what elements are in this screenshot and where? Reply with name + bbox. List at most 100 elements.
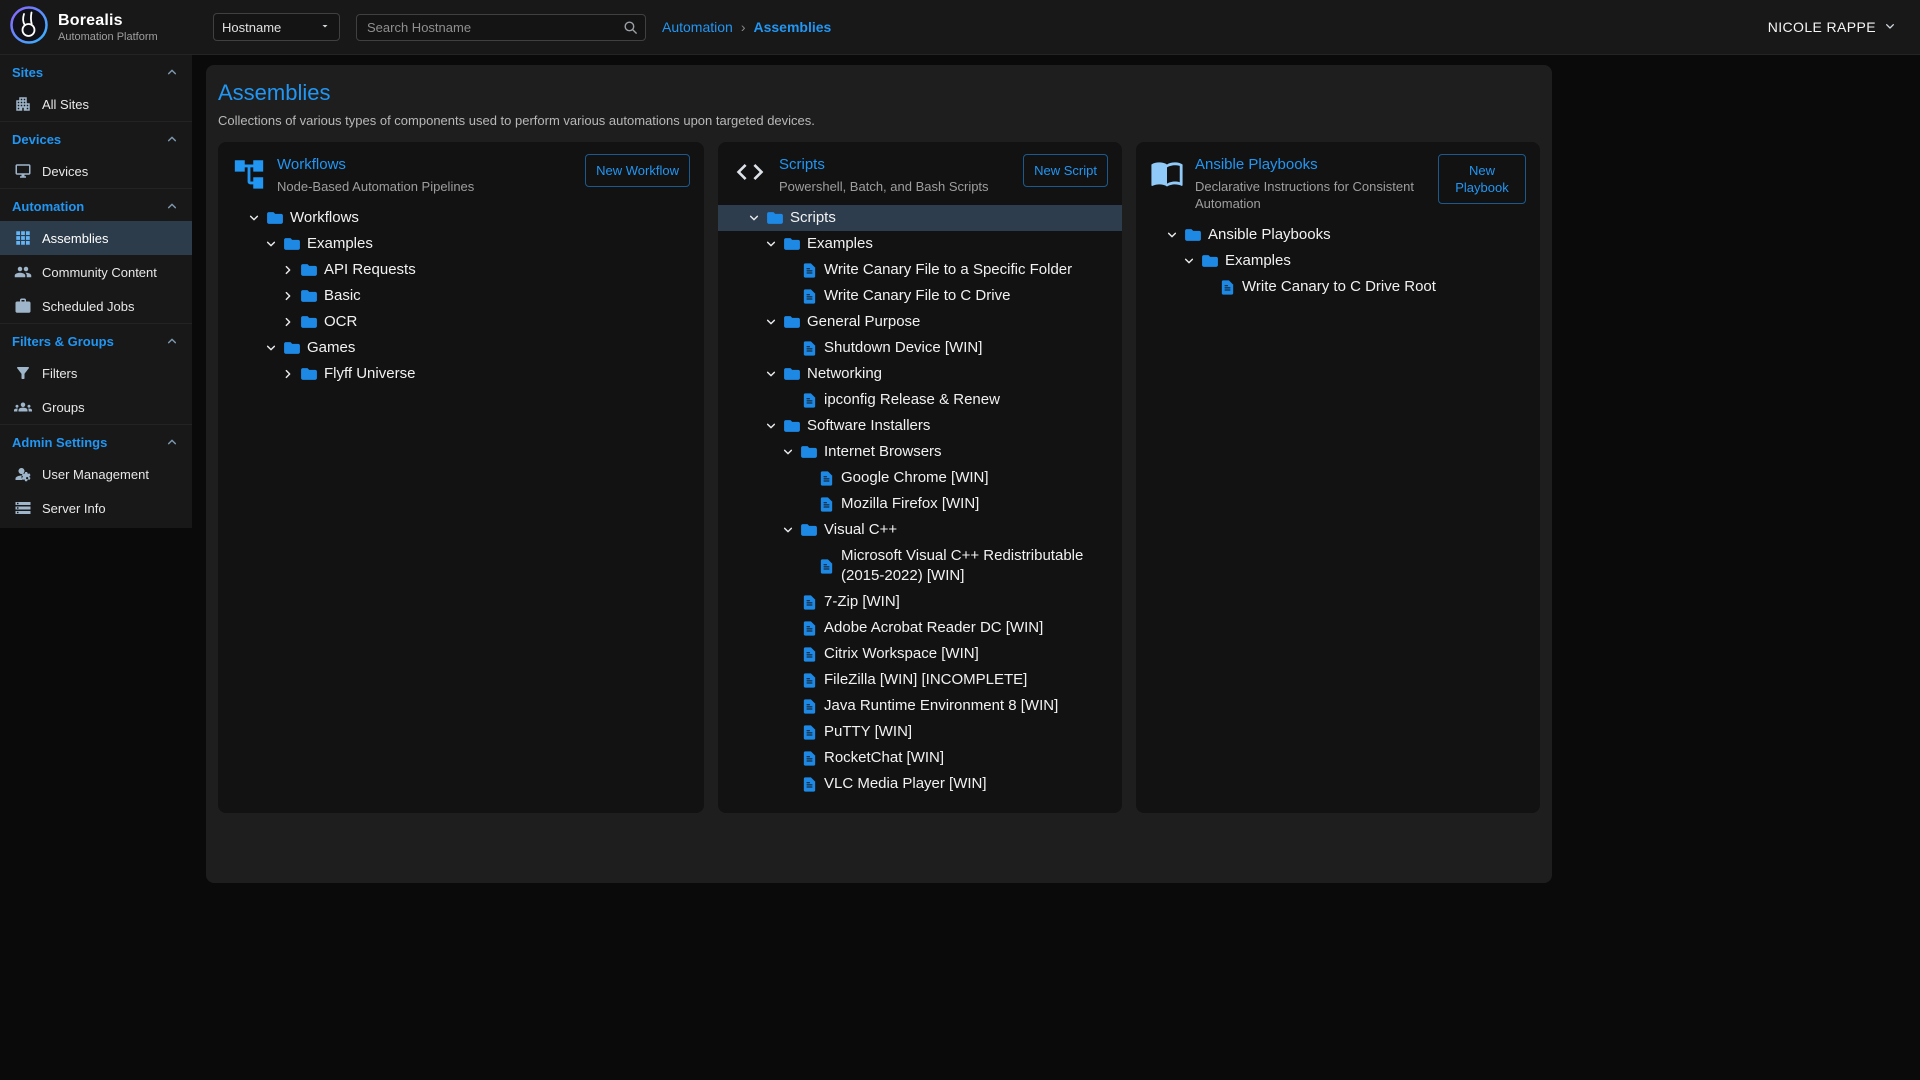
chevron-down-icon[interactable] (1162, 226, 1182, 244)
chevron-right-icon[interactable] (278, 287, 298, 305)
sidebar-item-server-info[interactable]: Server Info (0, 491, 192, 525)
chevron-down-icon[interactable] (761, 365, 781, 383)
tree-item[interactable]: FileZilla [WIN] [INCOMPLETE] (718, 667, 1122, 693)
tree-item[interactable]: VLC Media Player [WIN] (718, 771, 1122, 797)
breadcrumb-item-automation[interactable]: Automation (662, 19, 733, 35)
sidebar-section-items: Assemblies Community Content Scheduled J… (0, 221, 192, 323)
tree-item[interactable]: Microsoft Visual C++ Redistributable (20… (718, 543, 1122, 589)
chevron-down-icon[interactable] (761, 417, 781, 435)
tree-item[interactable]: PuTTY [WIN] (718, 719, 1122, 745)
tree-item[interactable]: API Requests (218, 257, 704, 283)
sidebar-item-scheduled-jobs[interactable]: Scheduled Jobs (0, 289, 192, 323)
sidebar-section: Admin Settings User Management Server In… (0, 424, 192, 525)
briefcase-icon (14, 297, 32, 315)
tree-item[interactable]: Networking (718, 361, 1122, 387)
tree-item-label: Internet Browsers (824, 439, 942, 465)
tree-item[interactable]: Mozilla Firefox [WIN] (718, 491, 1122, 517)
chevron-up-icon[interactable] (164, 64, 180, 80)
tree-item[interactable]: General Purpose (718, 309, 1122, 335)
tree-item[interactable]: Citrix Workspace [WIN] (718, 641, 1122, 667)
filter-icon (14, 364, 32, 382)
tree-item[interactable]: Software Installers (718, 413, 1122, 439)
hostname-select-value: Hostname (222, 20, 281, 35)
sidebar-item-groups[interactable]: Groups (0, 390, 192, 424)
tree-item[interactable]: Workflows (218, 205, 704, 231)
tree-item[interactable]: Write Canary to C Drive Root (1136, 274, 1540, 300)
file-icon (798, 748, 820, 768)
sidebar-item-filters[interactable]: Filters (0, 356, 192, 390)
sidebar-item-label: Filters (42, 366, 77, 381)
tree-item[interactable]: OCR (218, 309, 704, 335)
sidebar-section: Sites All Sites (0, 55, 192, 121)
breadcrumb-item-assemblies[interactable]: Assemblies (754, 19, 832, 35)
sidebar-item-label: Groups (42, 400, 85, 415)
search-input[interactable] (356, 14, 646, 41)
folder-icon (281, 234, 303, 254)
chevron-down-icon[interactable] (261, 339, 281, 357)
tree-item[interactable]: Write Canary File to C Drive (718, 283, 1122, 309)
sidebar-item-community-content[interactable]: Community Content (0, 255, 192, 289)
tree-item[interactable]: ipconfig Release & Renew (718, 387, 1122, 413)
expander-spacer (778, 261, 798, 279)
tree-item[interactable]: RocketChat [WIN] (718, 745, 1122, 771)
chevron-right-icon[interactable] (278, 313, 298, 331)
sidebar-item-all-sites[interactable]: All Sites (0, 87, 192, 121)
chevron-up-icon[interactable] (164, 434, 180, 450)
sidebar-section-header[interactable]: Devices (0, 122, 192, 154)
chevron-right-icon[interactable] (278, 365, 298, 383)
user-menu[interactable]: NICOLE RAPPE (1768, 18, 1898, 37)
sidebar-section-header[interactable]: Filters & Groups (0, 324, 192, 356)
tree-item[interactable]: Basic (218, 283, 704, 309)
tree-item[interactable]: Flyff Universe (218, 361, 704, 387)
chevron-down-icon[interactable] (244, 209, 264, 227)
chevron-down-icon[interactable] (778, 521, 798, 539)
tree-item[interactable]: Games (218, 335, 704, 361)
tree-item[interactable]: Google Chrome [WIN] (718, 465, 1122, 491)
tree-item[interactable]: Ansible Playbooks (1136, 222, 1540, 248)
chevron-up-icon[interactable] (164, 198, 180, 214)
chevron-up-icon[interactable] (164, 333, 180, 349)
tree-item[interactable]: Visual C++ (718, 517, 1122, 543)
tree-item[interactable]: Shutdown Device [WIN] (718, 335, 1122, 361)
search-icon[interactable] (622, 19, 639, 41)
brand: Borealis Automation Platform (0, 5, 192, 50)
folder-icon (764, 208, 786, 228)
sidebar-section-header[interactable]: Automation (0, 189, 192, 221)
brand-name: Borealis (58, 12, 158, 30)
tree-item[interactable]: Java Runtime Environment 8 [WIN] (718, 693, 1122, 719)
tree-item-label: VLC Media Player [WIN] (824, 771, 987, 797)
expander-spacer (778, 723, 798, 741)
chevron-down-icon[interactable] (778, 443, 798, 461)
tree-item-label: Games (307, 335, 355, 361)
folder-icon (298, 260, 320, 280)
new-script-button[interactable]: New Script (1023, 154, 1108, 187)
sidebar-section-header[interactable]: Sites (0, 55, 192, 87)
tree-item[interactable]: Examples (1136, 248, 1540, 274)
chevron-down-icon[interactable] (761, 313, 781, 331)
tree-item[interactable]: Adobe Acrobat Reader DC [WIN] (718, 615, 1122, 641)
sidebar-item-assemblies[interactable]: Assemblies (0, 221, 192, 255)
sidebar-item-user-management[interactable]: User Management (0, 457, 192, 491)
hostname-select[interactable]: Hostname (213, 13, 340, 41)
tree-item[interactable]: Examples (218, 231, 704, 257)
sidebar-section-header[interactable]: Admin Settings (0, 425, 192, 457)
sidebar-section: Filters & Groups Filters Groups (0, 323, 192, 424)
tree-item-label: ipconfig Release & Renew (824, 387, 1000, 413)
tree-item-label: RocketChat [WIN] (824, 745, 944, 771)
chevron-right-icon[interactable] (278, 261, 298, 279)
chevron-down-icon[interactable] (744, 209, 764, 227)
chevron-down-icon[interactable] (761, 235, 781, 253)
tree-item[interactable]: Internet Browsers (718, 439, 1122, 465)
chevron-up-icon[interactable] (164, 131, 180, 147)
scripts-card: Scripts Powershell, Batch, and Bash Scri… (718, 142, 1122, 813)
tree-item[interactable]: 7-Zip [WIN] (718, 589, 1122, 615)
user-name: NICOLE RAPPE (1768, 19, 1876, 35)
new-playbook-button[interactable]: New Playbook (1438, 154, 1526, 204)
chevron-down-icon[interactable] (1179, 252, 1199, 270)
tree-item[interactable]: Write Canary File to a Specific Folder (718, 257, 1122, 283)
tree-item[interactable]: Scripts (718, 205, 1122, 231)
tree-item[interactable]: Examples (718, 231, 1122, 257)
chevron-down-icon[interactable] (261, 235, 281, 253)
sidebar-item-devices[interactable]: Devices (0, 154, 192, 188)
new-workflow-button[interactable]: New Workflow (585, 154, 690, 187)
